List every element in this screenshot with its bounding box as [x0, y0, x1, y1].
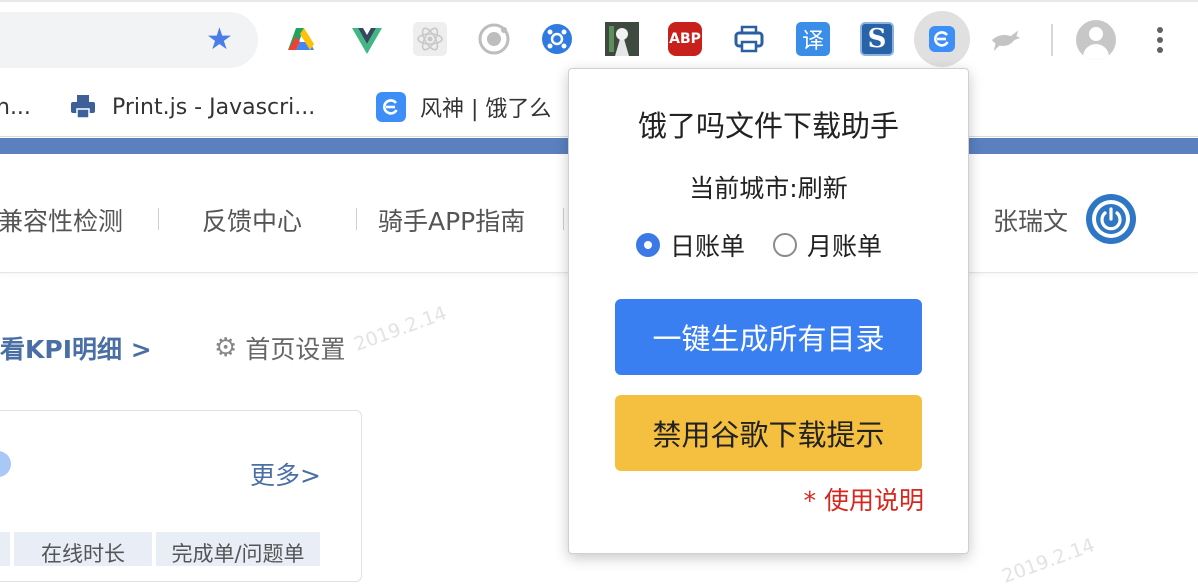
- table-header-cell: [0, 532, 10, 566]
- bookmark-label: 风神 | 饿了么: [420, 97, 552, 122]
- home-settings-link[interactable]: ⚙ 首页设置: [214, 330, 345, 366]
- browser-menu-icon[interactable]: [1150, 24, 1170, 56]
- card-indicator-dot: [0, 451, 11, 477]
- vue-devtools-icon[interactable]: [350, 22, 384, 56]
- popup-title: 饿了吗文件下载助手: [637, 109, 899, 143]
- adblock-plus-icon[interactable]: ABP: [668, 22, 702, 56]
- nav-divider: [158, 208, 159, 230]
- kpi-detail-link[interactable]: 看KPI明细 >: [0, 330, 152, 366]
- bookmark-label: Print.js - Javascri...: [112, 94, 316, 120]
- bluetooth-ext-icon[interactable]: [540, 22, 574, 56]
- react-devtools-icon[interactable]: [413, 22, 447, 56]
- daily-bill-label[interactable]: 日账单: [670, 227, 745, 263]
- s-ext-icon[interactable]: S: [860, 22, 894, 56]
- bookmark-label: n...: [0, 94, 31, 120]
- table-header-completed-issue: 完成单/问题单: [156, 532, 320, 566]
- generate-all-dirs-button[interactable]: 一键生成所有目录: [615, 299, 922, 375]
- gear-icon: ⚙: [214, 333, 238, 363]
- monthly-bill-label[interactable]: 月账单: [807, 227, 882, 263]
- bookmark-item-printjs[interactable]: Print.js - Javascri...: [68, 90, 315, 124]
- nav-divider: [356, 208, 357, 230]
- current-city-label[interactable]: 当前城市:刷新: [569, 169, 968, 205]
- watermark: 2019.2.14: [351, 302, 450, 356]
- extension-popup: 饿了吗文件下载助手 当前城市:刷新 日账单 月账单 一键生成所有目录 禁用谷歌下…: [568, 68, 969, 554]
- monthly-bill-radio[interactable]: [773, 233, 798, 257]
- bookmark-star-icon[interactable]: ★: [206, 24, 233, 56]
- more-link[interactable]: 更多>: [250, 456, 321, 492]
- nav-divider: [563, 208, 564, 230]
- nav-item-compat-check[interactable]: 兼容性检测: [0, 202, 123, 238]
- daily-bill-radio[interactable]: [636, 233, 660, 257]
- nav-item-rider-app-guide[interactable]: 骑手APP指南: [378, 202, 525, 238]
- table-header-online-time: 在线时长: [14, 532, 152, 566]
- bookmark-item[interactable]: n...: [0, 90, 31, 124]
- printer-ext-icon[interactable]: [732, 22, 766, 56]
- printer-icon: [68, 92, 98, 122]
- disable-download-prompt-button[interactable]: 禁用谷歌下载提示: [615, 395, 922, 471]
- bookmark-item-fengshen[interactable]: 风神 | 饿了么: [376, 90, 551, 124]
- usage-instructions-link[interactable]: * 使用说明: [804, 481, 924, 517]
- watermark: 2019.2.14: [999, 534, 1098, 588]
- nav-item-feedback[interactable]: 反馈中心: [202, 202, 302, 238]
- google-drive-icon[interactable]: [284, 22, 318, 56]
- bill-type-radio-group: 日账单 月账单: [636, 227, 882, 263]
- toolbar-divider: [1051, 24, 1053, 56]
- logout-power-icon[interactable]: [1086, 194, 1136, 244]
- kangaroo-ext-icon[interactable]: [988, 22, 1022, 56]
- translate-ext-icon[interactable]: 译: [796, 22, 830, 56]
- eleme-download-ext-icon[interactable]: [914, 11, 970, 67]
- user-name: 张瑞文: [993, 207, 1069, 236]
- anime-ext-icon[interactable]: [605, 22, 639, 56]
- ionic-icon[interactable]: [477, 22, 511, 56]
- home-settings-label: 首页设置: [245, 335, 346, 364]
- profile-avatar[interactable]: [1076, 20, 1116, 60]
- eleme-icon: [376, 92, 406, 122]
